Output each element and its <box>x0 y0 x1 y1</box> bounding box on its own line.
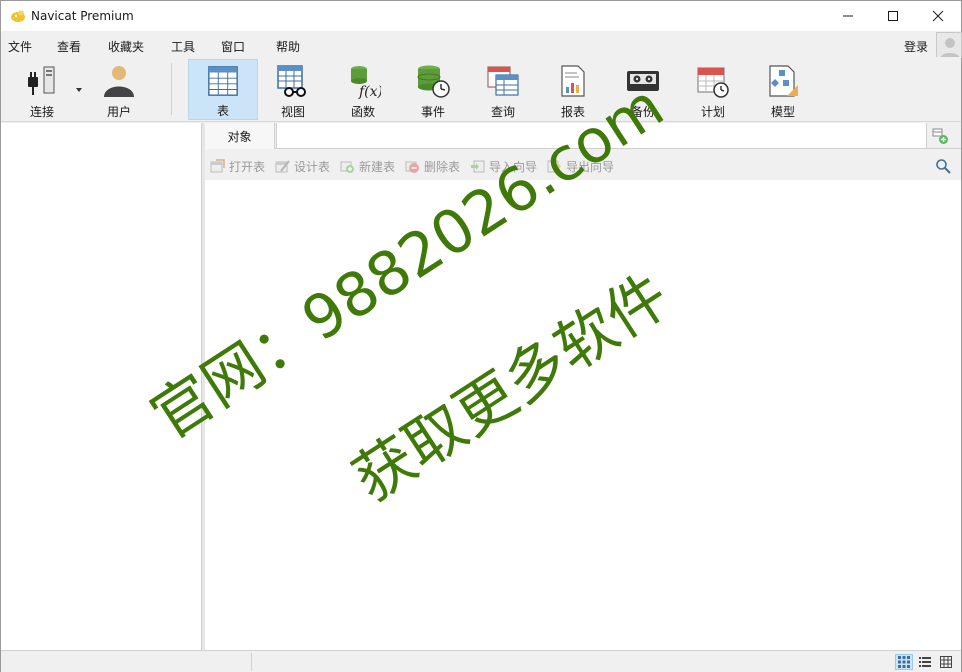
minimize-icon <box>843 15 853 17</box>
design-table-label: 设计表 <box>294 160 331 174</box>
function-label: 函数 <box>350 105 375 119</box>
model-label: 模型 <box>770 105 795 119</box>
search-icon[interactable] <box>935 158 951 174</box>
status-bar <box>1 650 961 672</box>
navicat-logo-icon <box>11 10 25 22</box>
table-label: 表 <box>216 104 229 118</box>
query-label: 查询 <box>490 105 515 119</box>
event-button[interactable]: 事件 <box>398 59 468 120</box>
app-window: Navicat Premium 文件 查看 收藏夹 工具 窗口 帮助 登录 连接… <box>0 0 962 672</box>
user-avatar-icon <box>940 38 960 57</box>
query-button[interactable]: 查询 <box>468 59 538 120</box>
detail-view-button[interactable] <box>937 654 955 670</box>
schedule-label: 计划 <box>700 105 725 119</box>
user-button[interactable]: 用户 <box>84 59 154 120</box>
table-grid-icon <box>208 66 238 96</box>
open-table-label: 打开表 <box>229 160 266 174</box>
backup-button[interactable]: 备份 <box>608 59 678 120</box>
list-view-button[interactable] <box>916 654 934 670</box>
backup-label: 备份 <box>630 105 655 119</box>
delete-table-icon <box>405 161 419 173</box>
export-wizard-button[interactable]: 导出向导 <box>547 158 614 175</box>
report-chart-icon <box>561 65 585 97</box>
report-label: 报表 <box>560 105 585 119</box>
main-toolbar: 连接 用户 表 视图 f(x) 函数 事件 查询 报表 备份 计划 模型 <box>1 57 961 122</box>
close-button[interactable] <box>915 1 961 31</box>
tab-object[interactable]: 对象 <box>205 123 275 149</box>
new-table-label: 新建表 <box>359 160 396 174</box>
export-wizard-label: 导出向导 <box>566 160 615 174</box>
open-table-icon <box>210 159 225 173</box>
maximize-button[interactable] <box>870 1 916 31</box>
report-button[interactable]: 报表 <box>538 59 608 120</box>
model-button[interactable]: 模型 <box>748 59 818 120</box>
view-label: 视图 <box>280 105 305 119</box>
design-table-icon <box>275 160 290 173</box>
model-diagram-icon <box>769 65 798 97</box>
status-divider <box>251 653 252 671</box>
menu-favorites[interactable]: 收藏夹 <box>108 38 144 55</box>
window-title: Navicat Premium <box>31 9 134 23</box>
toolbar-separator <box>171 63 172 115</box>
view-glasses-icon <box>277 65 306 97</box>
new-table-icon <box>340 161 354 173</box>
menu-view[interactable]: 查看 <box>57 38 81 55</box>
title-bar[interactable]: Navicat Premium <box>1 1 961 31</box>
query-icon <box>487 66 519 96</box>
svg-text:f(x): f(x) <box>358 84 381 99</box>
menu-file[interactable]: 文件 <box>8 38 32 55</box>
object-toolbar: 打开表 设计表 新建表 删除表 导入向导 导出向导 <box>205 150 961 180</box>
table-button[interactable]: 表 <box>188 59 258 120</box>
view-button[interactable]: 视图 <box>258 59 328 120</box>
connect-button[interactable]: 连接 <box>7 59 77 120</box>
function-button[interactable]: f(x) 函数 <box>328 59 398 120</box>
maximize-icon <box>888 11 898 21</box>
new-table-button[interactable]: 新建表 <box>340 158 395 175</box>
function-fx-icon: f(x) <box>351 66 381 99</box>
schedule-calendar-icon <box>697 67 729 98</box>
menu-tools[interactable]: 工具 <box>171 38 195 55</box>
backup-tape-icon <box>627 71 659 91</box>
minimize-button[interactable] <box>825 1 871 31</box>
close-icon <box>932 10 944 22</box>
import-wizard-label: 导入向导 <box>489 160 538 174</box>
new-tab-icon[interactable] <box>931 127 949 145</box>
detail-view-icon <box>940 656 952 668</box>
plug-connection-icon <box>28 66 55 95</box>
design-table-button[interactable]: 设计表 <box>275 158 330 175</box>
tab-strip: 对象 <box>205 123 961 149</box>
schedule-button[interactable]: 计划 <box>678 59 748 120</box>
navigation-pane[interactable] <box>1 123 202 650</box>
list-view-icon <box>919 657 931 667</box>
export-icon <box>547 160 561 173</box>
menu-bar: 文件 查看 收藏夹 工具 窗口 帮助 登录 <box>1 31 961 57</box>
tab-object-label: 对象 <box>227 129 252 144</box>
delete-table-label: 删除表 <box>424 160 461 174</box>
user-label: 用户 <box>106 105 131 119</box>
delete-table-button[interactable]: 删除表 <box>405 158 460 175</box>
grid-view-icon <box>898 656 910 668</box>
caret-down-icon[interactable] <box>75 87 83 93</box>
event-clock-icon <box>417 65 450 98</box>
event-label: 事件 <box>420 105 445 119</box>
open-table-button[interactable]: 打开表 <box>210 158 265 175</box>
connect-label: 连接 <box>29 105 54 119</box>
object-list-area[interactable] <box>205 180 961 650</box>
login-link[interactable]: 登录 <box>904 38 928 55</box>
import-icon <box>471 160 485 173</box>
import-wizard-button[interactable]: 导入向导 <box>470 158 537 175</box>
menu-help[interactable]: 帮助 <box>276 38 300 55</box>
menu-window[interactable]: 窗口 <box>221 38 245 55</box>
avatar[interactable] <box>936 32 962 58</box>
user-icon <box>104 66 134 97</box>
grid-view-button[interactable] <box>895 654 913 670</box>
tab-bar-empty-area <box>276 123 927 149</box>
